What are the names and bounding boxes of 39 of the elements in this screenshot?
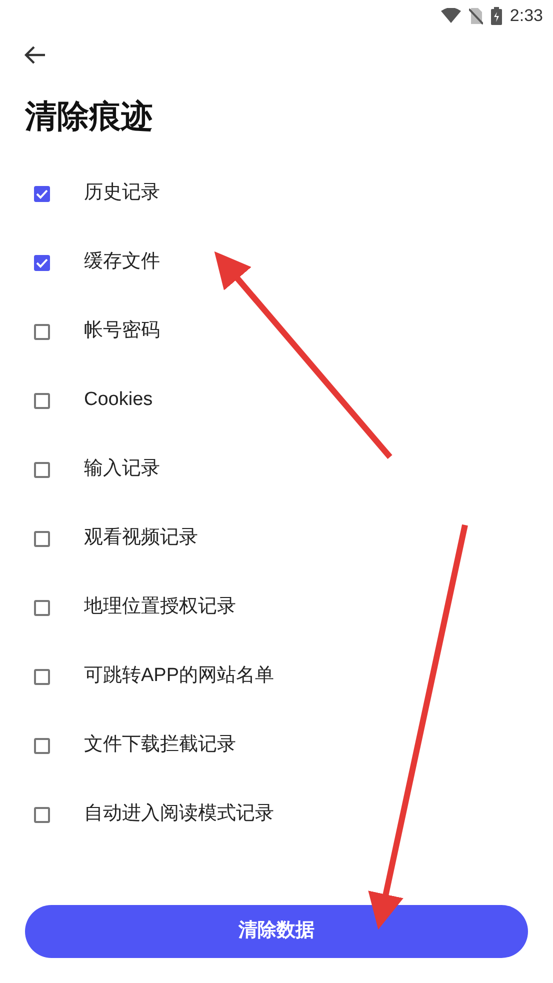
option-row[interactable]: 文件下载拦截记录 [0,711,553,780]
checkbox[interactable] [34,668,50,684]
checkbox[interactable] [34,462,50,478]
checkbox[interactable] [34,392,50,408]
option-label: 文件下载拦截记录 [84,733,236,758]
option-label: 地理位置授权记录 [84,595,236,620]
option-row[interactable]: 地理位置授权记录 [0,573,553,642]
option-row[interactable]: Cookies [0,366,553,435]
option-row[interactable]: 观看视频记录 [0,504,553,573]
checkbox[interactable] [34,806,50,822]
battery-icon [490,7,502,25]
option-row[interactable]: 历史记录 [0,159,553,228]
option-label: 可跳转APP的网站名单 [84,664,274,688]
option-label: Cookies [84,388,153,412]
option-label: 帐号密码 [84,319,160,344]
wifi-icon [440,8,461,24]
check-icon [36,188,48,198]
option-row[interactable]: 自动进入阅读模式记录 [0,780,553,849]
clear-data-button[interactable]: 清除数据 [25,905,528,958]
option-row[interactable]: 缓存文件 [0,228,553,297]
option-label: 输入记录 [84,457,160,482]
option-label: 观看视频记录 [84,526,198,550]
status-time: 2:33 [510,5,543,28]
back-arrow-icon [24,45,46,65]
no-sim-icon [468,7,483,25]
option-row[interactable]: 可跳转APP的网站名单 [0,642,553,711]
option-label: 历史记录 [84,181,160,206]
checkbox[interactable] [34,530,50,546]
option-row[interactable]: 帐号密码 [0,297,553,366]
checkbox[interactable] [34,600,50,616]
check-icon [36,258,48,268]
checkbox[interactable] [34,324,50,340]
checkbox[interactable] [34,186,50,202]
option-label: 缓存文件 [84,250,160,274]
checkbox[interactable] [34,254,50,270]
option-row[interactable]: 输入记录 [0,435,553,504]
option-label: 自动进入阅读模式记录 [84,802,274,826]
page-title: 清除痕迹 [25,97,153,136]
checkbox[interactable] [34,738,50,754]
